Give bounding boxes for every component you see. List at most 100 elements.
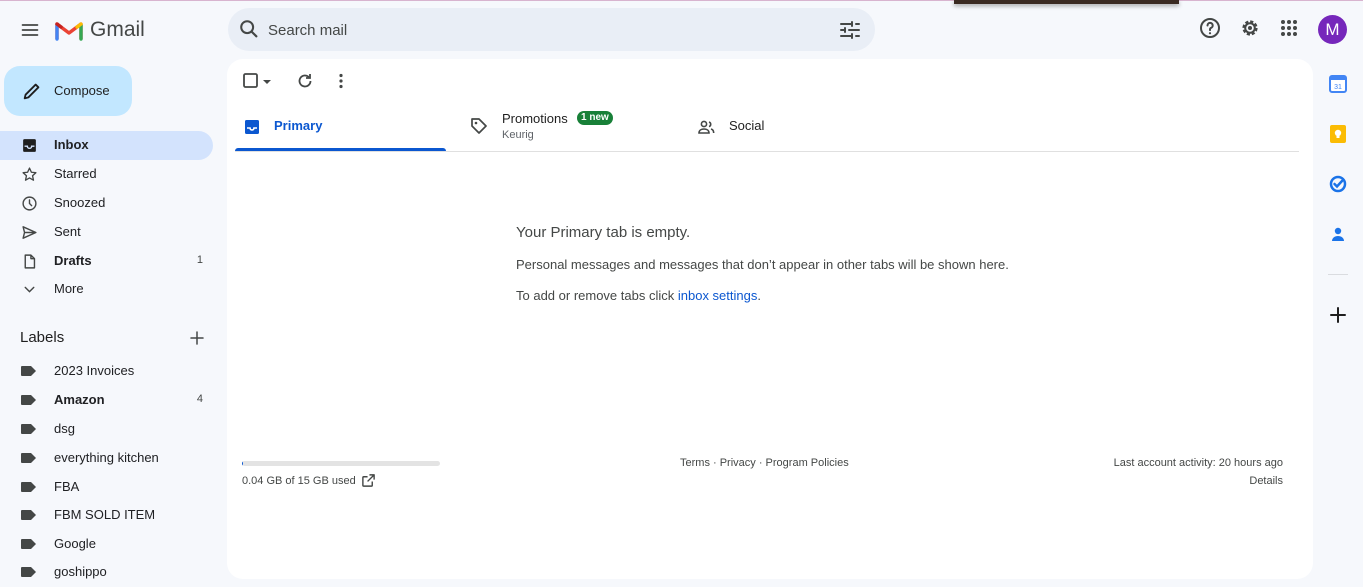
account-avatar[interactable]: M [1318, 15, 1347, 44]
inbox-settings-link[interactable]: inbox settings [678, 288, 758, 303]
settings-gear-icon[interactable] [1238, 16, 1262, 40]
nav-item-drafts[interactable]: Drafts 1 [0, 247, 213, 276]
label-tag-icon [21, 482, 36, 492]
label-item[interactable]: 2023 Invoices [0, 357, 213, 386]
nav-label-more: More [54, 281, 84, 296]
last-account-activity: Last account activity: 20 hours ago [1113, 457, 1283, 469]
tasks-app[interactable] [1327, 173, 1349, 195]
footer-links[interactable]: Terms · Privacy · Program Policies [680, 457, 849, 469]
label-tag-icon [21, 366, 36, 376]
calendar-app[interactable]: 31 [1327, 73, 1349, 95]
nav-item-starred[interactable]: Starred [0, 160, 213, 189]
select-dropdown-icon[interactable] [260, 71, 274, 91]
nav-item-sent[interactable]: Sent [0, 218, 213, 247]
menu-icon [21, 24, 39, 36]
label-item[interactable]: Google [0, 530, 213, 559]
tabs-divider [235, 151, 1299, 152]
gmail-logo[interactable]: Gmail [55, 17, 145, 43]
label-item[interactable]: everything kitchen [0, 444, 213, 473]
select-checkbox-icon[interactable] [241, 71, 261, 91]
get-addons-button[interactable] [1327, 304, 1349, 326]
contacts-person-icon [1332, 227, 1344, 241]
label-item[interactable]: Amazon 4 [0, 386, 213, 415]
inbox-tab-icon [245, 120, 259, 134]
storage-bar [242, 461, 440, 466]
label-name: 2023 Invoices [54, 363, 135, 378]
empty-description: Personal messages and messages that don’… [516, 257, 1009, 272]
label-tag-icon [21, 453, 36, 463]
top-bar: Gmail M [0, 0, 1363, 60]
label-name: goshippo [54, 564, 107, 579]
nav-label-inbox: Inbox [54, 137, 89, 152]
svg-text:31: 31 [1334, 84, 1342, 91]
star-icon [22, 167, 37, 181]
label-name: FBA [54, 479, 80, 494]
draft-icon [24, 254, 36, 269]
settings-suffix: . [757, 288, 761, 303]
label-tag-icon [21, 424, 36, 434]
tab-sub-promotions: Keurig [502, 129, 534, 141]
gmail-m-icon [55, 22, 83, 41]
main-menu-button[interactable] [12, 12, 48, 48]
nav-label-snoozed: Snoozed [54, 195, 106, 210]
tab-label-social: Social [729, 118, 765, 133]
tasks-check-icon [1329, 175, 1347, 193]
compose-label: Compose [54, 83, 110, 98]
more-vert-icon[interactable] [331, 71, 351, 91]
tab-primary[interactable]: Primary [235, 99, 446, 151]
details-link[interactable]: Details [1249, 475, 1283, 487]
add-label-icon[interactable] [188, 329, 206, 347]
label-tag-icon [21, 539, 36, 549]
side-panel-divider [1328, 274, 1348, 275]
nav-label-sent: Sent [54, 224, 81, 239]
open-external-icon[interactable] [361, 473, 376, 488]
label-item[interactable]: dsg [0, 415, 213, 444]
label-count: 4 [196, 393, 203, 405]
help-icon[interactable] [1198, 16, 1222, 40]
refresh-icon[interactable] [295, 71, 315, 91]
keep-bulb-icon [1330, 125, 1346, 143]
apps-grid-icon[interactable] [1277, 16, 1301, 40]
tab-label-primary: Primary [274, 118, 323, 133]
nav-count-drafts: 1 [196, 254, 203, 266]
nav-label-drafts: Drafts [54, 253, 92, 268]
label-name: everything kitchen [54, 450, 159, 465]
tab-label-promotions: Promotions [502, 111, 568, 126]
label-name: FBM SOLD ITEM [54, 507, 156, 522]
pencil-icon [23, 83, 40, 100]
search-bar[interactable] [228, 8, 875, 53]
storage-fill [242, 461, 243, 466]
nav-item-inbox[interactable]: Inbox [0, 131, 213, 160]
compose-button[interactable]: Compose [4, 66, 132, 116]
label-item[interactable]: FBA [0, 473, 213, 502]
settings-prefix: To add or remove tabs click [516, 288, 678, 303]
labels-heading: Labels [20, 329, 65, 346]
nav-item-snoozed[interactable]: Snoozed [0, 189, 213, 218]
keep-app[interactable] [1327, 123, 1349, 145]
nav-item-more[interactable]: More [0, 275, 213, 304]
tab-social[interactable]: Social [689, 99, 910, 151]
search-options-icon[interactable] [838, 18, 862, 42]
label-tag-icon [21, 510, 36, 520]
label-item[interactable]: FBM SOLD ITEM [0, 501, 213, 530]
label-tag-icon [21, 395, 36, 405]
calendar-icon: 31 [1329, 75, 1347, 93]
send-icon [22, 226, 37, 239]
plus-icon [1330, 307, 1346, 323]
main-panel: Primary Promotions 1 new Keurig Social Y… [227, 59, 1313, 579]
chevron-down-icon [24, 286, 35, 293]
clock-icon [22, 196, 37, 211]
nav-label-starred: Starred [54, 166, 97, 181]
people-icon [698, 120, 715, 134]
app-name: Gmail [90, 18, 145, 41]
new-badge: 1 new [577, 111, 613, 125]
search-icon[interactable] [238, 18, 260, 40]
label-name: Google [54, 536, 96, 551]
tab-promotions[interactable]: Promotions 1 new Keurig [462, 99, 683, 151]
empty-settings-line: To add or remove tabs click inbox settin… [516, 288, 761, 303]
label-name: dsg [54, 421, 75, 436]
storage-text: 0.04 GB of 15 GB used [242, 475, 356, 487]
contacts-app[interactable] [1327, 223, 1349, 245]
search-input[interactable] [266, 8, 830, 53]
label-item[interactable]: goshippo [0, 558, 213, 587]
